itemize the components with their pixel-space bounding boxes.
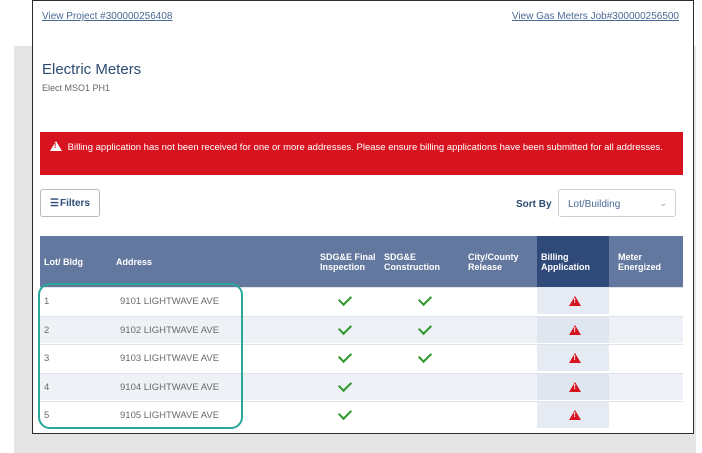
header-city-release[interactable]: City/County Release xyxy=(468,236,538,287)
sort-select[interactable]: Lot/Building ⌄ xyxy=(558,189,676,217)
billing-alert: Billing application has not been receive… xyxy=(40,132,683,175)
lot-cell: 5 xyxy=(44,410,50,421)
address-cell: 9101 LIGHTWAVE AVE xyxy=(120,296,220,307)
checkmark-icon xyxy=(417,348,433,364)
lot-cell: 2 xyxy=(44,324,50,336)
checkmark-icon xyxy=(337,320,353,335)
checkmark-icon xyxy=(337,405,353,421)
sort-select-value: Lot/Building xyxy=(568,199,621,210)
table-row[interactable]: 2 9102 LIGHTWAVE AVE xyxy=(40,315,683,343)
header-lot[interactable]: Lot/ Bldg xyxy=(40,236,104,287)
warning-icon xyxy=(569,410,581,420)
address-cell: 9105 LIGHTWAVE AVE xyxy=(120,410,220,421)
address-cell: 9103 LIGHTWAVE AVE xyxy=(120,353,220,364)
warning-icon xyxy=(569,324,581,335)
table-row[interactable]: 5 9105 LIGHTWAVE AVE xyxy=(40,401,683,428)
page-title: Electric Meters xyxy=(42,61,142,78)
lot-cell: 1 xyxy=(44,296,50,307)
table-header: Lot/ Bldg Address SDG&E Final Inspection… xyxy=(40,236,683,287)
address-cell: 9102 LIGHTWAVE AVE xyxy=(120,324,220,336)
lot-cell: 3 xyxy=(44,353,50,364)
checkmark-icon xyxy=(337,291,353,307)
checkmark-icon xyxy=(417,291,433,307)
sliders-icon: ☰ xyxy=(50,197,59,209)
warning-icon xyxy=(569,381,581,392)
filters-label: Filters xyxy=(59,197,90,209)
view-project-link[interactable]: View Project #300000256408 xyxy=(42,11,172,22)
lot-cell: 4 xyxy=(44,381,50,393)
table-row[interactable]: 1 9101 LIGHTWAVE AVE xyxy=(40,287,683,314)
header-construction[interactable]: SDG&E Construction xyxy=(384,236,456,287)
checkmark-icon xyxy=(337,377,353,392)
header-meter-energized[interactable]: Meter Energized xyxy=(618,236,680,287)
table-row[interactable]: 3 9103 LIGHTWAVE AVE xyxy=(40,344,683,371)
table-row[interactable]: 4 9104 LIGHTWAVE AVE xyxy=(40,372,683,400)
alert-message: Billing application has not been receive… xyxy=(67,142,663,153)
warning-icon xyxy=(569,296,581,306)
header-address[interactable]: Address xyxy=(116,236,276,287)
sort-by-label: Sort By xyxy=(516,199,552,210)
view-gas-meters-link[interactable]: View Gas Meters Job#300000256500 xyxy=(512,11,679,22)
header-billing-application[interactable]: Billing Application xyxy=(537,236,609,287)
electric-meters-panel: View Project #300000256408 View Gas Mete… xyxy=(32,0,694,434)
warning-icon xyxy=(569,353,581,363)
checkmark-icon xyxy=(417,320,433,335)
page-subtitle: Elect MSO1 PH1 xyxy=(42,83,111,93)
warning-icon xyxy=(50,141,62,151)
filters-button[interactable]: ☰ Filters xyxy=(40,189,100,217)
header-final-inspection[interactable]: SDG&E Final Inspection xyxy=(320,236,380,287)
address-cell: 9104 LIGHTWAVE AVE xyxy=(120,381,220,393)
chevron-down-icon: ⌄ xyxy=(659,198,667,208)
checkmark-icon xyxy=(337,348,353,364)
